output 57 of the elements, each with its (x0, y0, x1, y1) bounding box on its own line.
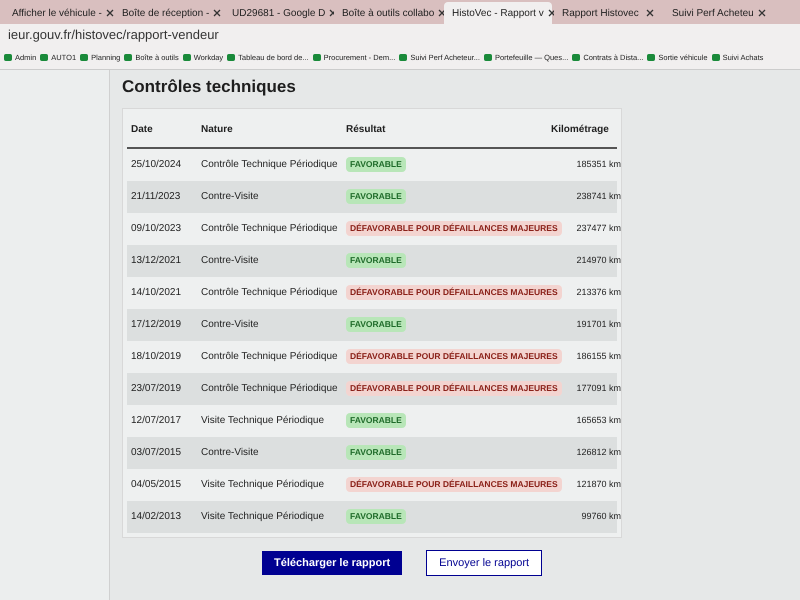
action-button[interactable]: Télécharger le rapport (262, 550, 402, 575)
result-badge: FAVORABLE (346, 317, 406, 332)
result-badge: DÉFAVORABLE POUR DÉFAILLANCES MAJEURES (346, 349, 562, 364)
close-icon[interactable] (646, 9, 654, 17)
table-cell-text: 25/10/2024 (131, 158, 182, 172)
table-cell-text: 238741 km (575, 190, 621, 203)
browser-tab[interactable]: HistoVec - Rapport v (444, 2, 552, 24)
table-cell-text: 165653 km (575, 414, 621, 427)
table-cell-text: Contre-Visite (201, 446, 260, 460)
result-badge: DÉFAVORABLE POUR DÉFAILLANCES MAJEURES (346, 221, 562, 236)
table-cell-text: 18/10/2019 (131, 350, 182, 364)
table-cell-text: 17/12/2019 (131, 318, 182, 332)
table-cell-text: Contre-Visite (201, 190, 260, 204)
table-cell-text: 99760 km (580, 510, 621, 523)
section-title: Contrôles techniques (122, 76, 297, 98)
result-badge: FAVORABLE (346, 253, 406, 268)
table-cell-text: Contrôle Technique Périodique (201, 350, 339, 364)
result-badge: FAVORABLE (346, 445, 406, 460)
table-cell-text: Contre-Visite (201, 318, 260, 332)
action-button[interactable]: Envoyer le rapport (426, 550, 542, 576)
result-badge: DÉFAVORABLE POUR DÉFAILLANCES MAJEURES (346, 285, 562, 300)
close-icon[interactable] (438, 9, 446, 17)
table-cell-text: Visite Technique Périodique (201, 414, 326, 428)
column-header: Résultat (346, 123, 386, 137)
result-badge: FAVORABLE (346, 189, 406, 204)
table-cell-text: 191701 km (575, 318, 621, 331)
result-badge: DÉFAVORABLE POUR DÉFAILLANCES MAJEURES (346, 477, 562, 492)
table-cell-text: 126812 km (575, 446, 621, 459)
table-cell-text: Contrôle Technique Périodique (201, 382, 339, 396)
column-header: Nature (201, 123, 234, 137)
result-badge: DÉFAVORABLE POUR DÉFAILLANCES MAJEURES (346, 381, 562, 396)
table-cell-text: Contrôle Technique Périodique (201, 222, 339, 236)
result-badge: FAVORABLE (346, 157, 406, 172)
close-icon[interactable] (758, 9, 766, 17)
result-badge: FAVORABLE (346, 413, 406, 428)
table-cell-text: 214970 km (575, 254, 621, 267)
table-cell-text: Visite Technique Périodique (201, 510, 326, 524)
table-cell-text: Contre-Visite (201, 254, 260, 268)
table-cell-text: Visite Technique Périodique (201, 478, 326, 492)
table-cell-text: 13/12/2021 (131, 254, 182, 268)
table-cell-text: 185351 km (575, 158, 621, 171)
result-badge: FAVORABLE (346, 509, 406, 524)
table-cell-text: 04/05/2015 (131, 478, 182, 492)
table-cell-text: 23/07/2019 (131, 382, 182, 396)
table-cell-text: 09/10/2023 (131, 222, 182, 236)
close-icon[interactable] (548, 9, 556, 17)
table-cell-text: Contrôle Technique Périodique (201, 286, 339, 300)
table-cell-text: 03/07/2015 (131, 446, 182, 460)
column-header: Date (131, 123, 154, 137)
table-cell-text: 14/02/2013 (131, 510, 182, 524)
table-cell-text: 14/10/2021 (131, 286, 182, 300)
table-cell-text: 21/11/2023 (131, 190, 182, 204)
table-cell-text: 12/07/2017 (131, 414, 182, 428)
close-icon[interactable] (106, 9, 114, 17)
table-cell-text: Contrôle Technique Périodique (201, 158, 339, 172)
close-icon[interactable] (213, 9, 222, 17)
column-header: Kilométrage (551, 123, 610, 137)
